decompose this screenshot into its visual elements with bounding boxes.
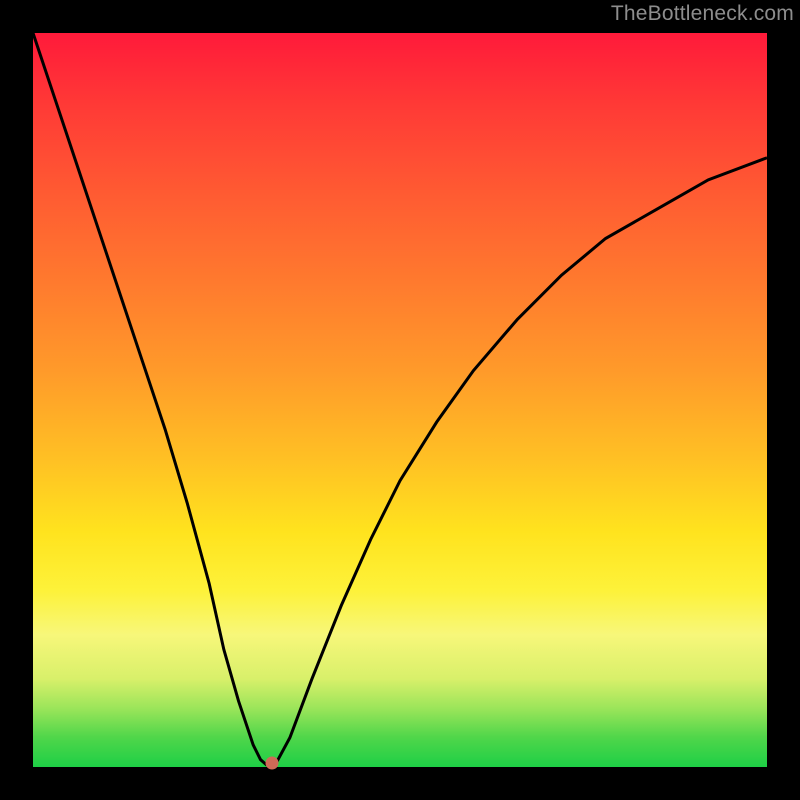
plot-area xyxy=(33,33,767,767)
optimal-point-marker xyxy=(266,756,279,769)
curve-path xyxy=(33,33,767,765)
watermark-text: TheBottleneck.com xyxy=(611,2,794,26)
chart-frame: TheBottleneck.com xyxy=(0,0,800,800)
bottleneck-curve xyxy=(33,33,767,767)
